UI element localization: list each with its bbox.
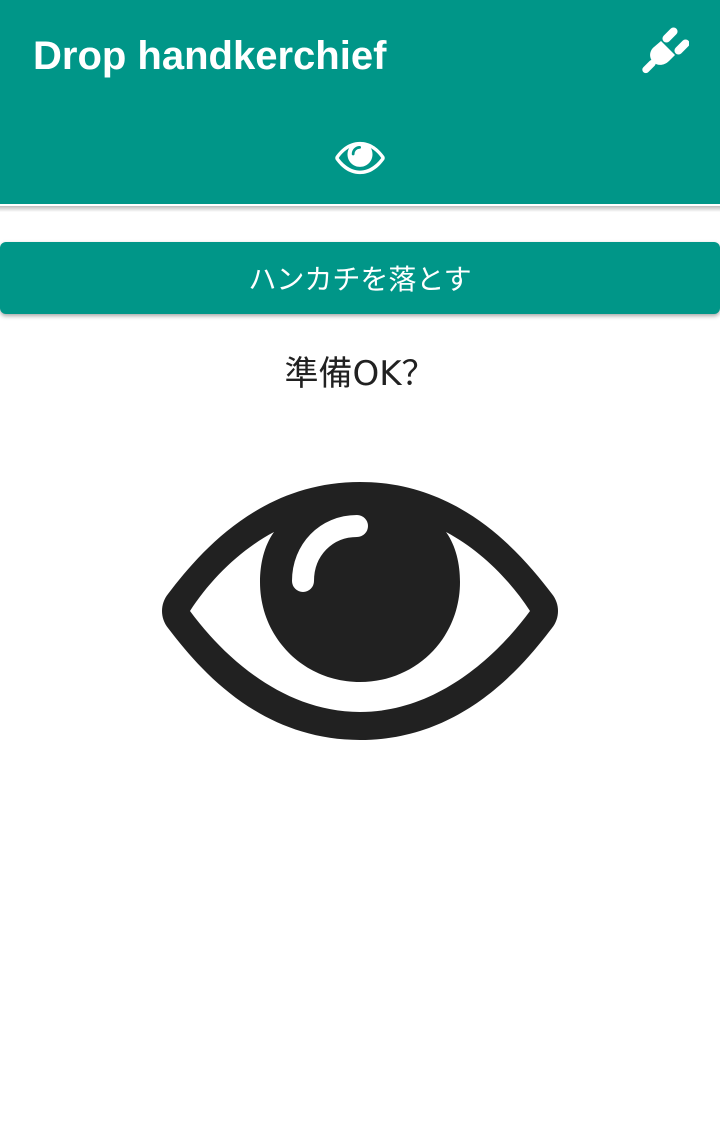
app-title: Drop handkerchief bbox=[33, 34, 387, 78]
status-text: 準備OK？ bbox=[284, 354, 436, 394]
eye-icon bbox=[162, 482, 558, 740]
tab-eye[interactable] bbox=[0, 112, 720, 204]
tab-bar bbox=[0, 112, 720, 204]
eye-icon bbox=[335, 141, 385, 175]
connect-button[interactable] bbox=[632, 20, 696, 84]
drop-handkerchief-button[interactable]: ハンカチを落とす bbox=[0, 242, 720, 314]
power-plug-icon bbox=[642, 27, 689, 74]
app-bar: Drop handkerchief bbox=[0, 0, 720, 112]
tab-bar-shadow bbox=[0, 206, 720, 212]
